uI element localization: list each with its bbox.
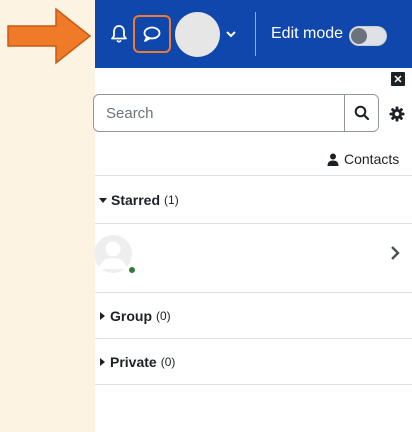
contacts-label: Contacts	[344, 151, 400, 167]
section-group[interactable]: Group (0)	[99, 308, 171, 324]
section-name: Group	[110, 308, 152, 324]
search-icon	[354, 105, 369, 121]
message-drawer: ✕ Contacts	[93, 68, 412, 432]
user-icon	[327, 153, 339, 166]
online-status-dot	[128, 266, 136, 274]
section-count: (0)	[156, 309, 171, 323]
messages-button[interactable]	[133, 15, 171, 53]
divider	[95, 292, 412, 293]
edit-mode-toggle[interactable]	[349, 26, 387, 46]
arrow-right-icon	[7, 7, 92, 65]
chevron-down-icon[interactable]	[223, 24, 239, 44]
close-icon[interactable]: ✕	[391, 72, 405, 86]
section-name: Starred	[111, 192, 161, 208]
caret-right-icon	[100, 312, 105, 320]
starred-conversation-row[interactable]	[94, 224, 412, 292]
avatar	[94, 235, 132, 273]
section-count: (1)	[164, 193, 179, 207]
chevron-right-icon	[391, 246, 400, 260]
divider	[95, 384, 412, 385]
search-button[interactable]	[344, 95, 378, 131]
gear-icon[interactable]	[388, 105, 406, 123]
user-avatar[interactable]	[175, 12, 220, 57]
divider	[95, 338, 412, 339]
caret-right-icon	[100, 358, 105, 366]
search-input[interactable]	[94, 95, 344, 131]
search-box	[93, 94, 379, 132]
caret-down-icon	[99, 197, 107, 203]
section-name: Private	[110, 354, 157, 370]
divider	[95, 175, 412, 176]
contacts-link[interactable]: Contacts	[327, 151, 399, 167]
bell-icon[interactable]	[107, 22, 131, 46]
section-private[interactable]: Private (0)	[99, 354, 175, 370]
navbar-divider	[255, 12, 256, 56]
toggle-knob	[351, 28, 367, 44]
edit-mode-label: Edit mode	[271, 25, 344, 42]
navbar: Edit mode	[95, 0, 412, 68]
chat-bubble-icon	[143, 26, 161, 42]
section-count: (0)	[160, 355, 176, 369]
section-starred[interactable]: Starred (1)	[99, 192, 179, 208]
